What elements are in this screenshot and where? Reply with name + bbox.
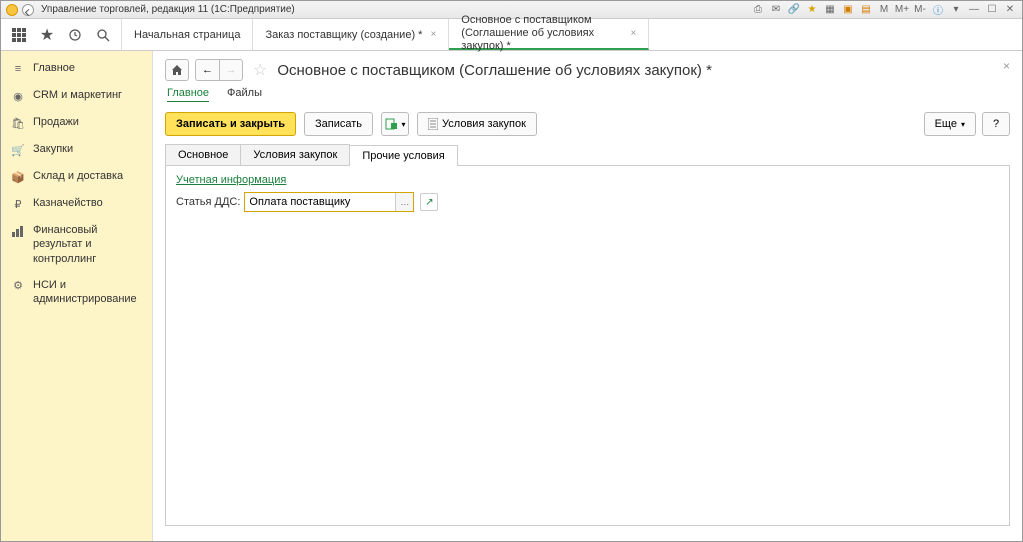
tab-start-page[interactable]: Начальная страница — [122, 19, 253, 50]
tb-link-icon[interactable]: 🔗 — [786, 3, 802, 17]
sidebar-item-treasury[interactable]: ₽ Казначейство — [1, 190, 152, 217]
sections-menu-icon[interactable] — [9, 25, 29, 45]
itab-other[interactable]: Прочие условия — [349, 145, 457, 166]
window-close[interactable]: ✕ — [1002, 3, 1018, 17]
tb-m[interactable]: M — [876, 3, 892, 17]
app-icon — [5, 3, 19, 17]
tb-mminus[interactable]: M- — [912, 3, 928, 17]
back-button[interactable]: ← — [195, 59, 219, 81]
field-label-dds: Статья ДДС: — [176, 196, 240, 208]
sidebar-item-warehouse[interactable]: 📦 Склад и доставка — [1, 163, 152, 190]
itab-terms[interactable]: Условия закупок — [240, 144, 350, 165]
window-title: Управление торговлей, редакция 11 (1С:Пр… — [41, 4, 750, 15]
tb-mail-icon[interactable]: ✉ — [768, 3, 784, 17]
tb-info-drop[interactable]: ▾ — [948, 3, 964, 17]
page-subnav: Главное Файлы — [153, 85, 1022, 108]
form-tabs: Основное Условия закупок Прочие условия — [165, 144, 1010, 166]
close-icon[interactable]: × — [430, 29, 436, 40]
tb-calc-icon[interactable]: ▦ — [822, 3, 838, 17]
sidebar-item-crm[interactable]: ◉ CRM и маркетинг — [1, 82, 152, 109]
cart-icon: 🛒 — [11, 143, 25, 157]
history-icon[interactable] — [65, 25, 85, 45]
tb-print-icon[interactable]: ⎙ — [750, 3, 766, 17]
close-icon[interactable]: × — [630, 28, 636, 39]
save-button[interactable]: Записать — [304, 112, 373, 136]
create-based-button[interactable]: ▾ — [381, 112, 409, 136]
tb-cal-icon[interactable]: ▣ — [840, 3, 856, 17]
open-reference-button[interactable]: ↗ — [420, 193, 438, 211]
save-close-button[interactable]: Записать и закрыть — [165, 112, 296, 136]
tab-label: Заказ поставщику (создание) * — [265, 29, 422, 41]
chart-icon — [11, 224, 25, 238]
box-icon: 📦 — [11, 170, 25, 184]
tb-doc-icon[interactable]: ▤ — [858, 3, 874, 17]
section-title: Учетная информация — [176, 174, 999, 186]
sidebar-item-admin[interactable]: ⚙ НСИ и администрирование — [1, 272, 152, 313]
gear-icon: ⚙ — [11, 279, 25, 293]
subnav-main[interactable]: Главное — [167, 87, 209, 102]
document-tabs: Начальная страница Заказ поставщику (соз… — [122, 19, 649, 50]
help-button[interactable]: ? — [982, 112, 1010, 136]
itab-main[interactable]: Основное — [165, 144, 241, 165]
tab-label: Основное с поставщиком (Соглашение об ус… — [461, 14, 622, 54]
navigation-sidebar: ≡ Главное ◉ CRM и маркетинг 🛍 Продажи 🛒 … — [1, 51, 153, 541]
tab-order[interactable]: Заказ поставщику (создание) * × — [253, 19, 449, 50]
sidebar-item-finance[interactable]: Финансовый результат и контроллинг — [1, 217, 152, 272]
star-icon[interactable]: ☆ — [253, 60, 267, 80]
sidebar-item-main[interactable]: ≡ Главное — [1, 55, 152, 82]
home-button[interactable] — [165, 59, 189, 81]
tb-mplus[interactable]: M+ — [894, 3, 910, 17]
content-area: ← → ☆ Основное с поставщиком (Соглашение… — [153, 51, 1022, 541]
ruble-icon: ₽ — [11, 197, 25, 211]
terms-button[interactable]: Условия закупок — [417, 112, 537, 136]
action-toolbar: Записать и закрыть Записать ▾ Условия за… — [153, 108, 1022, 144]
dds-input[interactable] — [245, 193, 395, 211]
forward-button[interactable]: → — [219, 59, 243, 81]
sidebar-item-sales[interactable]: 🛍 Продажи — [1, 109, 152, 136]
window-maximize[interactable]: ☐ — [984, 3, 1000, 17]
menu-icon: ≡ — [11, 62, 25, 76]
close-page-button[interactable]: × — [1003, 59, 1010, 73]
crm-icon: ◉ — [11, 89, 25, 103]
more-button[interactable]: Еще ▾ — [924, 112, 976, 136]
search-icon[interactable] — [93, 25, 113, 45]
bag-icon: 🛍 — [11, 116, 25, 130]
favorites-icon[interactable]: ★ — [37, 25, 57, 45]
sidebar-item-purchasing[interactable]: 🛒 Закупки — [1, 136, 152, 163]
top-toolbar: ★ Начальная страница Заказ поставщику (с… — [1, 19, 1022, 51]
tab-label: Начальная страница — [134, 29, 240, 41]
page-title: Основное с поставщиком (Соглашение об ус… — [277, 62, 712, 79]
select-dropdown-button[interactable]: … — [395, 193, 413, 211]
tb-info-icon[interactable]: ⓘ — [930, 3, 946, 17]
form-panel: Учетная информация Статья ДДС: … ↗ — [165, 166, 1010, 526]
tb-fav-icon[interactable]: ★ — [804, 3, 820, 17]
window-minimize[interactable]: — — [966, 3, 982, 17]
tab-agreement[interactable]: Основное с поставщиком (Соглашение об ус… — [449, 19, 649, 50]
subnav-files[interactable]: Файлы — [227, 87, 262, 102]
dropdown-icon[interactable] — [21, 3, 35, 17]
